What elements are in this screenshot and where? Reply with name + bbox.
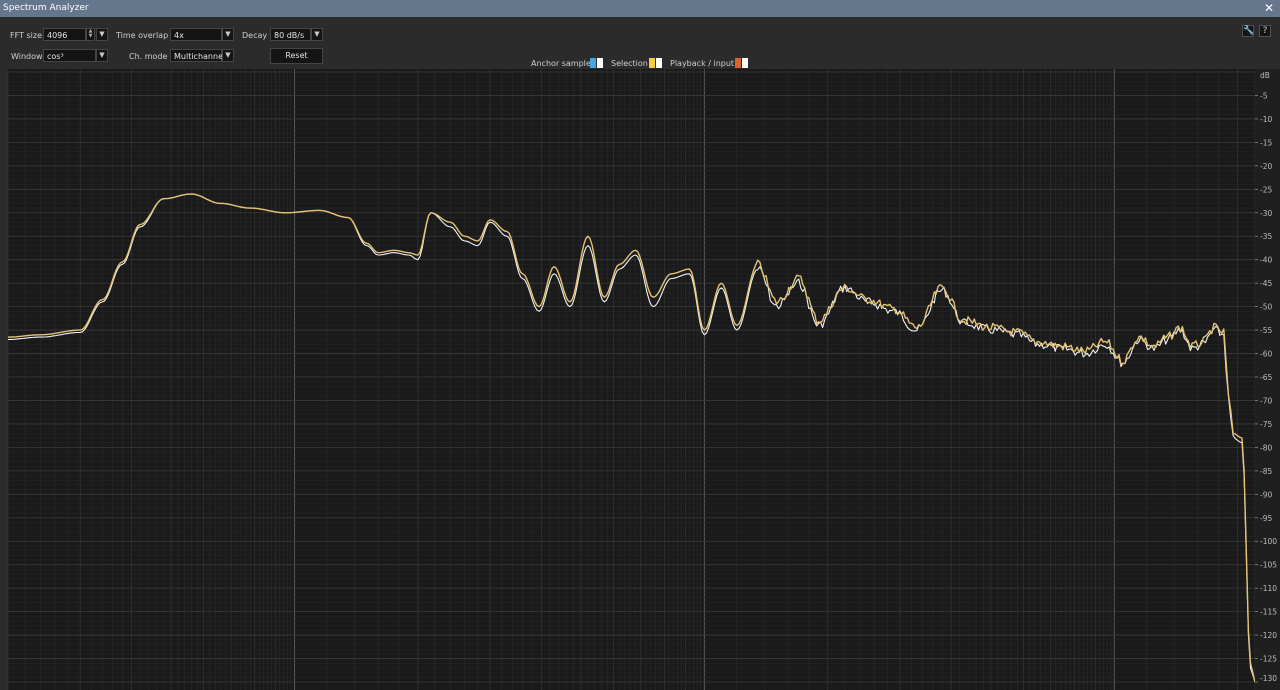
ytick-label: -35	[1260, 232, 1272, 241]
ch-mode-field[interactable]: Multichannel	[170, 49, 225, 62]
ytick-label: -130	[1260, 674, 1277, 683]
ytick-label: -65	[1260, 373, 1272, 382]
ytick-label: -25	[1260, 185, 1272, 194]
decay-field[interactable]: 80 dB/s	[270, 28, 311, 41]
ytick-label: -85	[1260, 467, 1272, 476]
decay-label: Decay	[242, 31, 268, 40]
fft-size-dropdown-icon[interactable]: ▼	[96, 28, 108, 41]
ytick-label: -45	[1260, 279, 1272, 288]
wrench-icon[interactable]: 🔧	[1242, 25, 1254, 37]
ytick-label: -100	[1260, 537, 1277, 546]
ytick-label: -30	[1260, 209, 1272, 218]
help-icon[interactable]: ?	[1259, 25, 1271, 37]
fft-size-label: FFT size	[10, 31, 43, 40]
time-overlap-dropdown-icon[interactable]: ▼	[222, 28, 234, 41]
title-bar: Spectrum Analyzer ✕	[0, 0, 1280, 17]
ytick-label: -75	[1260, 420, 1272, 429]
ytick-label: -80	[1260, 443, 1272, 452]
ytick-label: -20	[1260, 162, 1272, 171]
time-overlap-label: Time overlap	[116, 31, 169, 40]
window-dropdown-icon[interactable]: ▼	[96, 49, 108, 62]
legend-playback-label: Playback / input	[670, 59, 735, 68]
window-field[interactable]: cos³	[43, 49, 96, 62]
spin-down-icon[interactable]: ▼	[87, 34, 94, 39]
db-axis: dB -5 -10 -15 -20 -25 -30 -35 -40 -45 -50 -55 -60 -65…	[1255, 69, 1280, 690]
reset-button[interactable]: Reset	[270, 48, 323, 64]
window-label: Window	[11, 52, 43, 61]
spectrum-plot[interactable]: dB -5 -10 -15 -20 -25 -30 -35 -40 -45 -50 -55 -60 -65…	[0, 69, 1280, 690]
legend-selection-label: Selection	[611, 59, 648, 68]
ytick-label: -60	[1260, 350, 1272, 359]
ytick-label: -95	[1260, 514, 1272, 523]
playback-channel-chip	[735, 58, 749, 68]
axis-unit-label: dB	[1260, 71, 1270, 80]
ch-mode-dropdown-icon[interactable]: ▼	[222, 49, 234, 62]
ytick-label: -55	[1260, 326, 1272, 335]
ytick-label: -125	[1260, 655, 1277, 664]
selection-channel-chip	[649, 58, 663, 68]
ytick-label: -50	[1260, 303, 1272, 312]
anchor-channel-chip	[590, 58, 604, 68]
ytick-label: -115	[1260, 608, 1277, 617]
ytick-label: -105	[1260, 561, 1277, 570]
close-icon[interactable]: ✕	[1264, 1, 1274, 15]
ytick-label: -15	[1260, 138, 1272, 147]
ytick-label: -5	[1260, 91, 1268, 100]
plot-background	[8, 69, 1255, 690]
fft-size-field[interactable]: 4096	[43, 28, 86, 41]
ch-mode-label: Ch. mode	[129, 52, 168, 61]
fft-size-spinner[interactable]: ▲ ▼	[86, 28, 95, 41]
ytick-label: -10	[1260, 115, 1272, 124]
ytick-label: -90	[1260, 490, 1272, 499]
decay-dropdown-icon[interactable]: ▼	[311, 28, 323, 41]
ytick-label: -40	[1260, 256, 1272, 265]
time-overlap-field[interactable]: 4x	[170, 28, 222, 41]
ytick-label: -120	[1260, 631, 1277, 640]
ytick-label: -70	[1260, 396, 1272, 405]
ytick-label: -110	[1260, 584, 1277, 593]
legend-anchor-label: Anchor sample	[531, 59, 591, 68]
window-title: Spectrum Analyzer	[3, 3, 89, 13]
